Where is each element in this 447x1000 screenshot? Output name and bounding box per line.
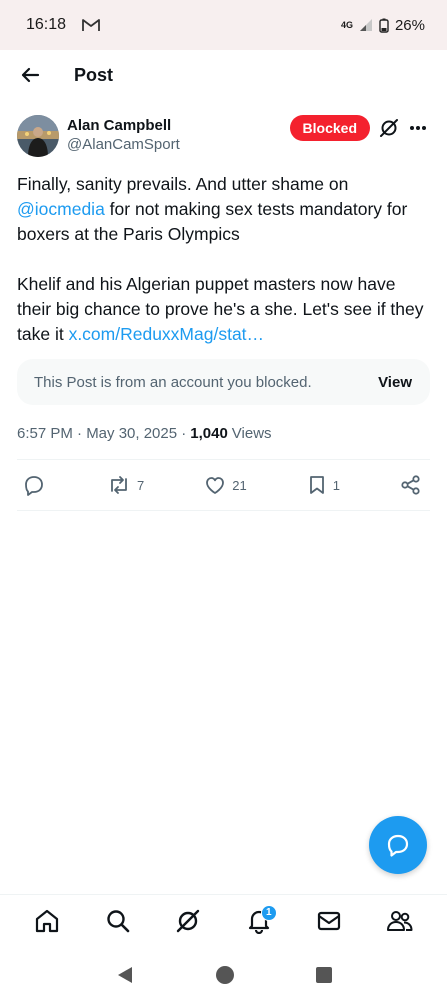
system-recents-icon[interactable] (315, 967, 332, 983)
more-icon[interactable] (406, 116, 430, 140)
views-label: Views (231, 424, 272, 442)
post-timestamp[interactable]: 6:57 PM · May 30, 2025 · (17, 425, 186, 442)
post-paragraph-2: Khelif and his Algerian puppet masters n… (17, 272, 430, 347)
post-meta: 6:57 PM · May 30, 2025 · 1,040 Views (17, 423, 430, 443)
bookmark-count: 1 (332, 477, 340, 493)
network-indicator: 4G (340, 19, 353, 30)
like-icon (206, 477, 225, 494)
communities-icon (386, 910, 413, 931)
quoted-url-link[interactable]: x.com/ReduxxMag/stat… (69, 324, 264, 344)
nav-home[interactable] (29, 903, 65, 939)
messages-icon (318, 911, 341, 930)
back-arrow-icon (21, 67, 40, 83)
reply-icon (25, 476, 43, 496)
system-nav-bar (0, 950, 447, 1000)
system-home-icon[interactable] (215, 966, 234, 984)
grok-button[interactable] (378, 116, 400, 140)
like-count: 21 (232, 477, 247, 493)
avatar[interactable] (17, 115, 59, 157)
post-detail: Alan Campbell @AlanCamSport Blocked Fina… (0, 112, 447, 511)
author-handle[interactable]: @AlanCamSport (67, 135, 180, 155)
author-name[interactable]: Alan Campbell (67, 116, 180, 135)
status-bar: 16:18 4G 26% (0, 0, 447, 50)
nav-messages[interactable] (311, 903, 347, 939)
grok-icon (380, 119, 398, 137)
repost-button[interactable]: 7 (107, 474, 144, 496)
home-icon (36, 909, 59, 932)
share-icon (401, 475, 420, 495)
mention-link[interactable]: @iocmedia (17, 199, 105, 219)
bookmark-icon (309, 476, 324, 494)
nav-communities[interactable] (382, 903, 418, 939)
repost-count: 7 (137, 477, 145, 493)
share-button[interactable] (400, 474, 424, 496)
reply-button[interactable] (23, 474, 47, 496)
like-button[interactable]: 21 (204, 474, 247, 496)
post-paragraph-1: Finally, sanity prevails. And utter sham… (17, 172, 430, 247)
author-row: Alan Campbell @AlanCamSport Blocked (17, 112, 430, 162)
repost-icon (111, 476, 127, 494)
blocked-button[interactable]: Blocked (289, 115, 370, 141)
post-text: Finally, sanity prevails. And utter sham… (17, 172, 430, 347)
post-text-segment: Finally, sanity prevails. And utter sham… (17, 174, 349, 194)
nav-grok[interactable] (170, 903, 206, 939)
battery-icon (379, 18, 389, 33)
system-back-icon[interactable] (116, 966, 134, 984)
action-bar: 7 21 1 (17, 460, 430, 510)
view-button[interactable]: View (378, 374, 412, 391)
search-icon (107, 909, 130, 932)
page-title: Post (74, 64, 114, 85)
back-button[interactable] (0, 50, 60, 100)
grok-icon (177, 909, 200, 932)
status-time: 16:18 (26, 16, 67, 33)
views-count[interactable]: 1,040 (190, 425, 228, 442)
signal-icon (359, 19, 372, 31)
bottom-nav: 1 (0, 894, 447, 946)
divider (17, 510, 430, 511)
battery-level: 26% (394, 16, 425, 34)
top-bar: Post (0, 50, 447, 100)
nav-search[interactable] (100, 903, 136, 939)
gmail-icon (82, 19, 100, 31)
blocked-notice-text: This Post is from an account you blocked… (34, 373, 312, 391)
blocked-quote-notice: This Post is from an account you blocked… (17, 359, 430, 405)
notification-badge: 1 (260, 904, 277, 921)
bookmark-button[interactable]: 1 (307, 474, 340, 496)
compose-message-icon (387, 834, 409, 857)
compose-message-button[interactable] (369, 816, 427, 874)
nav-notifications[interactable]: 1 (241, 903, 277, 939)
